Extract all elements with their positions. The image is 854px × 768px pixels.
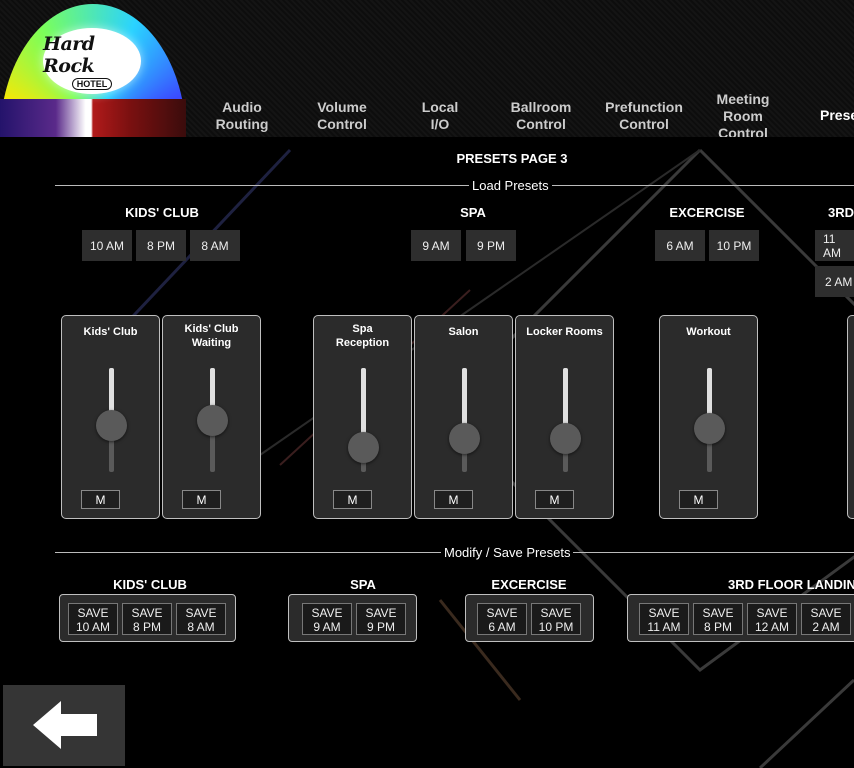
save-spa-9pm[interactable]: SAVE 9 PM — [356, 603, 406, 635]
save-exercise-10pm[interactable]: SAVE 10 PM — [531, 603, 581, 635]
save-group-exercise-label: EXCERCISE — [491, 577, 567, 592]
top-nav-bar: Hard Rock HOTEL Audio Routing Volume Con… — [0, 0, 854, 137]
save-3rd-floor-11am[interactable]: SAVE 11 AM — [639, 603, 689, 635]
load-spa-9pm[interactable]: 9 PM — [466, 230, 516, 261]
fader-knob[interactable] — [348, 431, 379, 463]
save-3rd-floor-2am[interactable]: SAVE 2 AM — [801, 603, 851, 635]
nav-ballroom-control[interactable]: Ballroom Control — [503, 99, 579, 133]
load-kids-club-8pm[interactable]: 8 PM — [136, 230, 186, 261]
save-exercise-6am[interactable]: SAVE 6 AM — [477, 603, 527, 635]
load-3rd-floor-11am[interactable]: 11 AM — [815, 230, 854, 261]
nav-local-io[interactable]: Local I/O — [410, 99, 470, 133]
save-group-3rd-floor: SAVE 11 AM SAVE 8 PM SAVE 12 AM SAVE 2 A… — [627, 594, 854, 642]
load-presets-label: Load Presets — [469, 178, 552, 193]
logo-title: Hard Rock — [43, 32, 95, 77]
mute-button[interactable]: M — [434, 490, 473, 509]
load-exercise-10pm[interactable]: 10 PM — [709, 230, 759, 261]
nav-prefunction-control[interactable]: Prefunction Control — [600, 99, 688, 133]
mute-button[interactable]: M — [679, 490, 718, 509]
page-title: PRESETS PAGE 3 — [456, 151, 568, 166]
nav-presets[interactable]: Prese — [820, 107, 854, 124]
load-group-kids-club: KIDS' CLUB — [125, 205, 199, 220]
save-spa-9am[interactable]: SAVE 9 AM — [302, 603, 352, 635]
arrow-left-icon — [33, 701, 97, 749]
load-group-3rd-floor: 3RD — [828, 205, 854, 220]
load-presets-divider — [55, 185, 854, 186]
fader-label: Kids' Club Waiting — [184, 323, 239, 349]
fader-knob[interactable] — [197, 404, 228, 436]
save-kids-club-10am[interactable]: SAVE 10 AM — [68, 603, 118, 635]
fader-track[interactable] — [563, 368, 568, 472]
fader-label: Kids' Club — [83, 326, 138, 338]
nav-audio-routing[interactable]: Audio Routing — [212, 99, 272, 133]
fader-salon: Salon M — [414, 315, 513, 519]
fader-knob[interactable] — [96, 409, 127, 441]
save-kids-club-8am[interactable]: SAVE 8 AM — [176, 603, 226, 635]
hard-rock-logo: Hard Rock HOTEL — [0, 4, 186, 137]
save-group-kids-club: SAVE 10 AM SAVE 8 PM SAVE 8 AM — [59, 594, 236, 642]
load-3rd-floor-2am[interactable]: 2 AM — [815, 266, 854, 297]
fader-kids-club-waiting: Kids' Club Waiting M — [162, 315, 261, 519]
nav-meeting-room-control[interactable]: Meeting Room Control — [710, 91, 776, 137]
fader-knob[interactable] — [449, 423, 480, 455]
fader-knob[interactable] — [550, 423, 581, 455]
fader-knob[interactable] — [694, 412, 725, 444]
logo-subtitle: HOTEL — [71, 77, 113, 90]
back-button[interactable] — [3, 685, 125, 766]
fader-label: Workout — [686, 326, 731, 338]
mute-button[interactable]: M — [81, 490, 120, 509]
save-3rd-floor-8pm[interactable]: SAVE 8 PM — [693, 603, 743, 635]
mute-button[interactable]: M — [182, 490, 221, 509]
fader-track[interactable] — [462, 368, 467, 472]
save-kids-club-8pm[interactable]: SAVE 8 PM — [122, 603, 172, 635]
fader-label: Locker Rooms — [526, 326, 603, 338]
fader-label: Salon — [448, 326, 479, 338]
load-kids-club-10am[interactable]: 10 AM — [82, 230, 132, 261]
mute-button[interactable]: M — [333, 490, 372, 509]
mute-button[interactable]: M — [535, 490, 574, 509]
fader-spa-reception: Spa Reception M — [313, 315, 412, 519]
save-3rd-floor-12am[interactable]: SAVE 12 AM — [747, 603, 797, 635]
save-group-exercise: SAVE 6 AM SAVE 10 PM — [465, 594, 594, 642]
load-group-spa: SPA — [460, 205, 486, 220]
fader-offscreen — [847, 315, 854, 519]
save-group-kids-club-label: KIDS' CLUB — [113, 577, 187, 592]
load-kids-club-8am[interactable]: 8 AM — [190, 230, 240, 261]
load-group-exercise: EXCERCISE — [669, 205, 745, 220]
modify-presets-label: Modify / Save Presets — [441, 545, 574, 560]
load-exercise-6am[interactable]: 6 AM — [655, 230, 705, 261]
save-group-3rd-floor-label: 3RD FLOOR LANDING — [728, 577, 854, 592]
fader-label: Spa Reception — [335, 323, 390, 349]
fader-locker-rooms: Locker Rooms M — [515, 315, 614, 519]
nav-volume-control[interactable]: Volume Control — [307, 99, 377, 133]
load-spa-9am[interactable]: 9 AM — [411, 230, 461, 261]
fader-kids-club: Kids' Club M — [61, 315, 160, 519]
save-group-spa: SAVE 9 AM SAVE 9 PM — [288, 594, 417, 642]
save-group-spa-label: SPA — [350, 577, 376, 592]
fader-workout: Workout M — [659, 315, 758, 519]
